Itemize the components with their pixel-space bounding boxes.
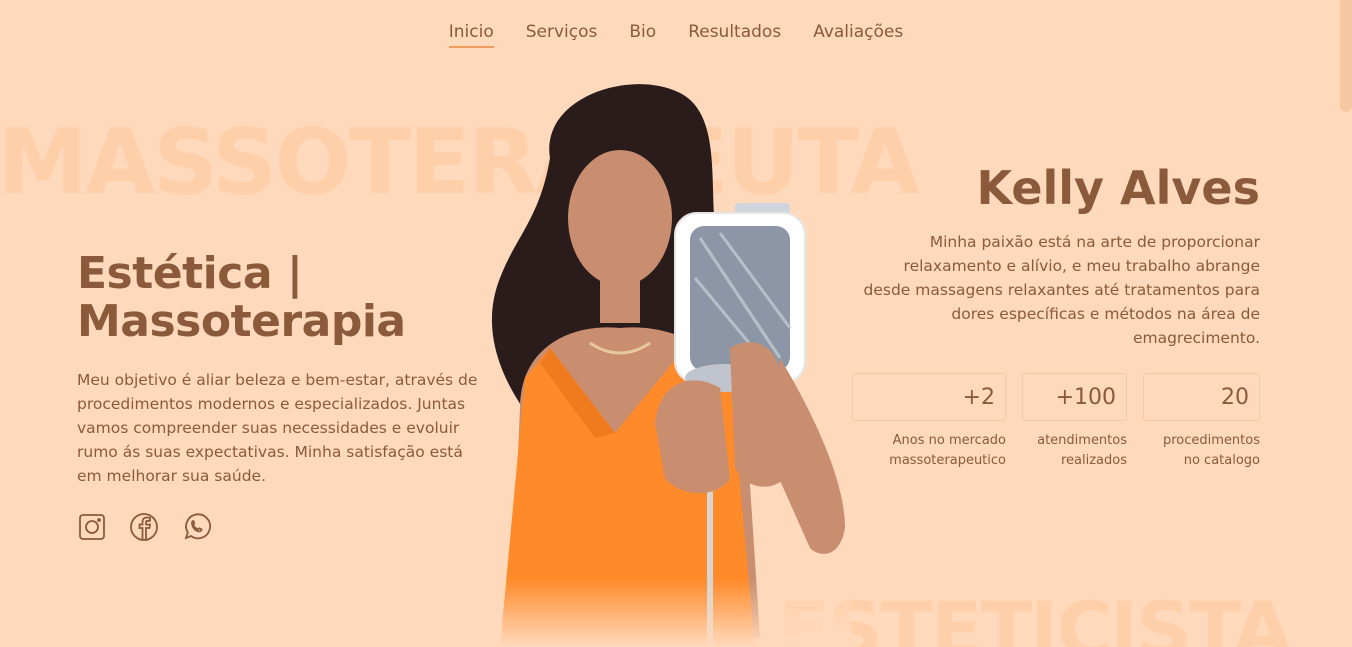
nav-item-avaliacoes[interactable]: Avaliações — [813, 22, 903, 48]
stat-label: atendimentos realizados — [1022, 431, 1127, 471]
social-links — [77, 512, 482, 542]
main-nav: Inicio Serviços Bio Resultados Avaliaçõe… — [0, 22, 1352, 48]
stat-label: Anos no mercado massoterapeutico — [852, 431, 1006, 471]
profile-bio: Minha paixão está na arte de proporciona… — [863, 233, 1260, 347]
stat-label-line1: atendimentos — [1037, 433, 1127, 448]
stat-label-line2: no catalogo — [1183, 453, 1260, 468]
stat-value: +100 — [1022, 373, 1127, 421]
profile-name: Kelly Alves — [976, 161, 1260, 215]
nav-item-resultados[interactable]: Resultados — [688, 22, 781, 48]
stat-procedures: 20 procedimentos no catalogo — [1143, 373, 1260, 471]
background-word-bottom: ESTETICISTA — [778, 585, 1292, 647]
stat-label-line2: massoterapeutico — [889, 453, 1006, 468]
scrollbar-thumb[interactable] — [1340, 0, 1352, 112]
stats-row: +2 Anos no mercado massoterapeutico +100… — [852, 373, 1260, 471]
hero-section: Estética | Massoterapia Meu objetivo é a… — [77, 250, 482, 542]
nav-item-servicos[interactable]: Serviços — [526, 22, 598, 48]
profile-photo — [480, 78, 852, 647]
whatsapp-icon[interactable] — [181, 512, 211, 542]
stat-label: procedimentos no catalogo — [1143, 431, 1260, 471]
stat-label-line1: Anos no mercado — [892, 433, 1006, 448]
stat-appointments: +100 atendimentos realizados — [1022, 373, 1127, 471]
facebook-icon[interactable] — [129, 512, 159, 542]
stat-value: +2 — [852, 373, 1006, 421]
stat-value: 20 — [1143, 373, 1260, 421]
stat-label-line2: realizados — [1060, 453, 1127, 468]
nav-item-bio[interactable]: Bio — [629, 22, 656, 48]
hero-title-line2: Massoterapia — [77, 296, 406, 347]
hero-title: Estética | Massoterapia — [77, 250, 482, 346]
stat-label-line1: procedimentos — [1163, 433, 1260, 448]
hero-description: Meu objetivo é aliar beleza e bem-estar,… — [77, 371, 478, 485]
profile-section: Kelly Alves Minha paixão está na arte de… — [860, 160, 1260, 350]
stat-years: +2 Anos no mercado massoterapeutico — [852, 373, 1006, 471]
instagram-icon[interactable] — [77, 512, 107, 542]
hero-title-line1: Estética | — [77, 248, 303, 299]
nav-item-inicio[interactable]: Inicio — [448, 22, 494, 48]
